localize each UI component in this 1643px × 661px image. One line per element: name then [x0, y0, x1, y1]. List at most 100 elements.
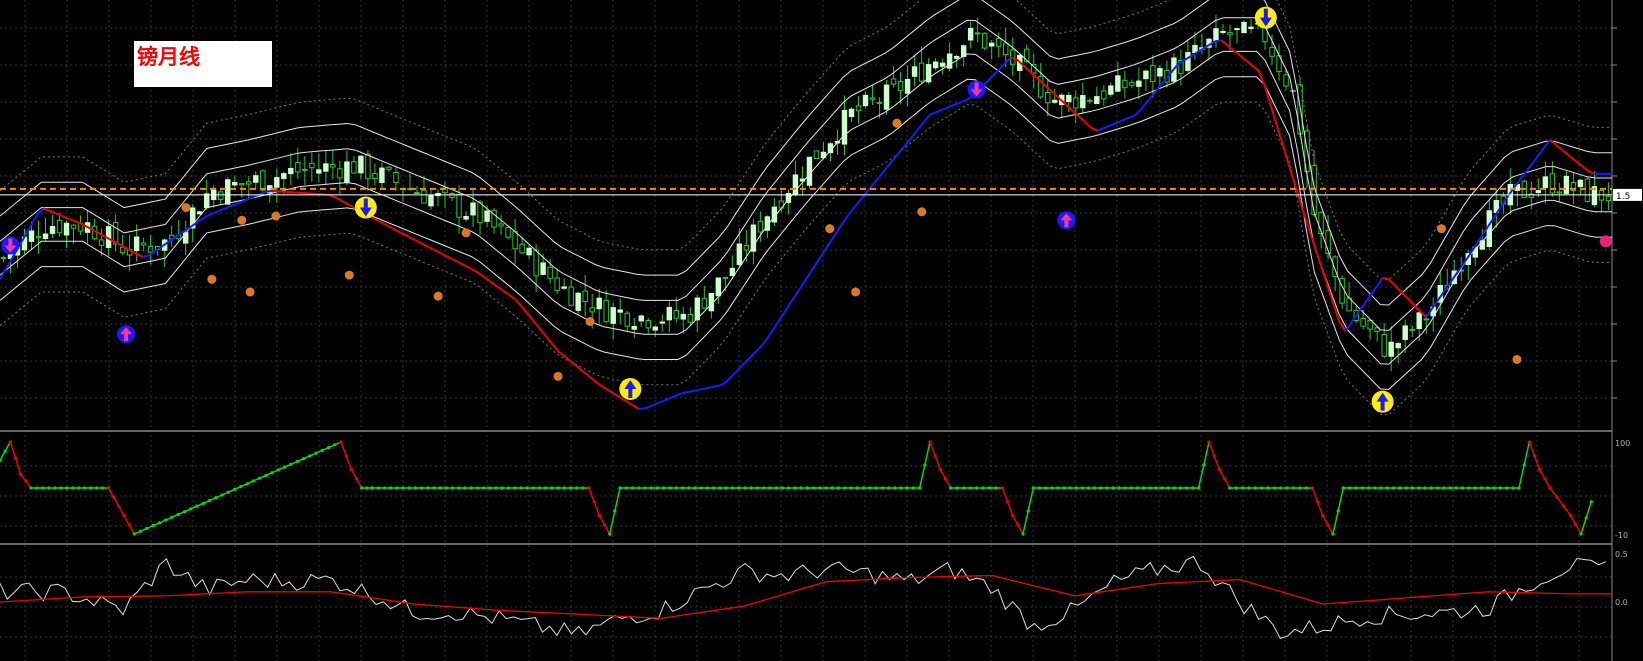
candle-body: [463, 215, 469, 220]
candle-body: [701, 298, 708, 309]
oscillator-dot: [1259, 486, 1264, 490]
candle-body: [757, 220, 764, 233]
candle-body: [792, 174, 799, 196]
candle-body: [246, 181, 252, 185]
candle-body: [203, 193, 210, 209]
candle-body: [988, 42, 995, 47]
oscillator-dot: [320, 448, 324, 452]
oscillator-dot: [488, 486, 492, 490]
oscillator-dot: [401, 486, 405, 490]
oscillator-dot: [295, 459, 299, 464]
oscillator-dot: [432, 486, 436, 490]
candle-body: [673, 310, 680, 319]
candle-body: [498, 223, 504, 227]
oscillator-dot: [245, 482, 249, 486]
candle-body: [1080, 95, 1086, 109]
candle-body: [1577, 179, 1584, 188]
indicator-title: 镑月线: [137, 44, 200, 69]
oscillator-dot: [1105, 486, 1109, 490]
signal-marker-icon: [825, 224, 835, 234]
candle-body: [1108, 85, 1114, 95]
candle-body: [897, 81, 904, 92]
oscillator-dot: [314, 451, 318, 455]
oscillator-dot: [1298, 486, 1302, 490]
oscillator-dot: [1498, 486, 1502, 490]
signal-marker-icon: [207, 274, 217, 284]
oscillator-dot: [1166, 486, 1170, 490]
oscillator-dot: [799, 486, 803, 490]
oscillator-dot: [457, 486, 461, 490]
oscillator-dot: [365, 486, 369, 490]
candle-body: [624, 312, 630, 327]
chart-background: [0, 0, 1643, 661]
oscillator-dot: [1479, 486, 1483, 490]
oscillator-dot: [19, 472, 23, 476]
oscillator-dot: [730, 486, 734, 490]
oscillator-dot: [1037, 486, 1042, 490]
candle-body: [477, 201, 483, 224]
oscillator-dot: [793, 486, 797, 490]
candle-body: [1122, 80, 1128, 89]
oscillator-dot: [1086, 486, 1091, 490]
candle-body: [862, 94, 869, 107]
oscillator-dot: [207, 498, 212, 503]
candle-body: [736, 243, 743, 266]
oscillator-dot: [550, 486, 554, 490]
oscillator-dot: [687, 486, 691, 490]
candle-body: [379, 167, 385, 184]
oscillator-dot: [127, 523, 131, 527]
signal-marker-icon: [433, 291, 443, 301]
candle-body: [1094, 96, 1100, 105]
oscillator-dot: [164, 518, 168, 522]
oscillator-dot: [1467, 486, 1471, 490]
candle-body: [729, 267, 736, 276]
candle-body: [554, 277, 560, 291]
candle-body: [295, 162, 301, 173]
oscillator-dot: [451, 486, 455, 490]
oscillator-dot: [339, 440, 343, 444]
candle-body: [1129, 81, 1135, 86]
oscillator-dot: [655, 486, 660, 490]
candle-body: [610, 307, 616, 324]
oscillator-dot: [811, 486, 816, 490]
candle-body: [666, 306, 673, 321]
candle-body: [869, 97, 876, 100]
candle-body: [218, 191, 224, 201]
oscillator-dot: [1202, 463, 1206, 467]
candle-body: [1157, 67, 1163, 77]
signal-marker-icon: [461, 228, 471, 238]
oscillator-dot: [1423, 486, 1427, 490]
oscillator-dot: [836, 486, 841, 490]
oscillator-dot: [344, 454, 348, 458]
oscillator-dot: [668, 486, 672, 490]
candle-body: [1409, 328, 1415, 331]
oscillator-dot: [283, 465, 287, 469]
candle-body: [722, 276, 729, 279]
oscillator-dot: [712, 486, 716, 490]
oscillator-dot: [1569, 514, 1573, 518]
candle-body: [645, 319, 651, 329]
oscillator-dot: [438, 486, 442, 490]
candle-body: [603, 300, 609, 323]
forex-chart[interactable]: 1.5 100 -10 0.5 0.0 镑月线: [0, 0, 1643, 661]
oscillator-dot: [239, 485, 243, 489]
candle-body: [449, 193, 455, 198]
ma-line-up: [266, 189, 273, 193]
oscillator-dot: [1043, 486, 1048, 490]
oscillator-dot: [214, 496, 218, 500]
signal-marker-icon: [917, 207, 927, 217]
oscillator-dot: [724, 486, 728, 490]
oscillator-dot: [360, 486, 364, 490]
oscillator-dot: [41, 486, 45, 490]
candle-body: [63, 222, 70, 236]
oscillator-dot: [1240, 486, 1244, 490]
oscillator-dot: [1111, 486, 1115, 490]
oscillator-dot: [1190, 486, 1195, 490]
oscillator-dot: [3, 449, 7, 453]
oscillator-dot: [643, 486, 647, 490]
chart-canvas[interactable]: 1.5 100 -10 0.5 0.0: [0, 0, 1643, 661]
oscillator-dot: [1321, 514, 1325, 518]
candle-body: [512, 231, 518, 250]
candle-body: [35, 236, 42, 239]
oscillator-dot: [899, 486, 903, 490]
